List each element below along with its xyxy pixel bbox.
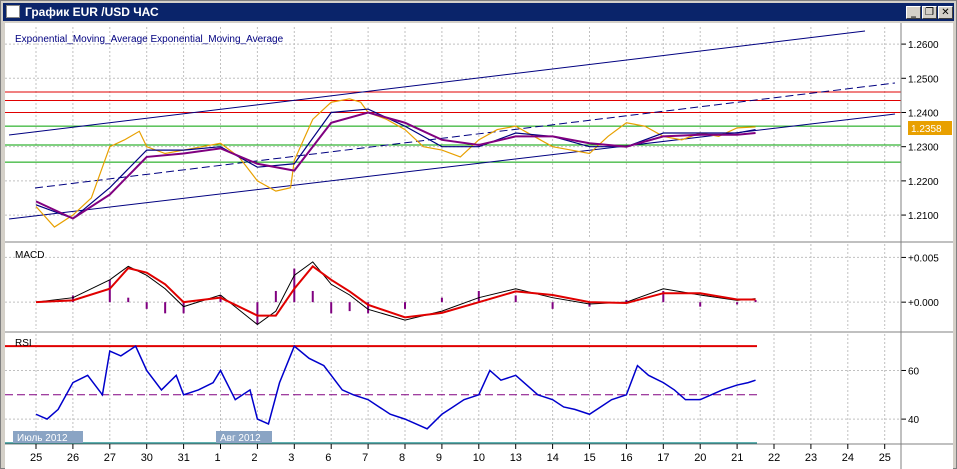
day-label: 7 — [362, 452, 368, 464]
chart-window: График EUR /USD ЧАС _ ❐ ✕ Exponential_Mo… — [0, 0, 957, 469]
day-label: 20 — [694, 452, 706, 464]
day-label: 25 — [879, 452, 891, 464]
macd-tick-label: +0.005 — [908, 253, 939, 264]
minimize-button[interactable]: _ — [906, 6, 921, 19]
day-label: 3 — [288, 452, 294, 464]
price-tick-label: 1.2100 — [908, 211, 939, 222]
indicator-label: Exponential_Moving_Average Exponential_M… — [15, 34, 284, 45]
macd-label: MACD — [15, 250, 44, 261]
price-tick-label: 1.2600 — [908, 40, 939, 51]
chart-area[interactable]: Exponential_Moving_Average Exponential_M… — [5, 23, 953, 469]
current-price-label: 1.2358 — [911, 124, 942, 135]
day-label: 2 — [251, 452, 257, 464]
day-label: 6 — [325, 452, 331, 464]
day-label: 24 — [842, 452, 854, 464]
day-label: 1 — [215, 452, 221, 464]
price-tick-label: 1.2300 — [908, 143, 939, 154]
day-label: 23 — [805, 452, 817, 464]
price-tick-label: 1.2500 — [908, 74, 939, 85]
price-tick-label: 1.2200 — [908, 177, 939, 188]
day-label: 17 — [657, 452, 669, 464]
rsi-tick-label: 60 — [908, 366, 920, 377]
day-label: 13 — [510, 452, 522, 464]
day-label: 14 — [547, 452, 559, 464]
day-label: 27 — [104, 452, 116, 464]
day-label: 10 — [473, 452, 485, 464]
title-bar[interactable]: График EUR /USD ЧАС _ ❐ ✕ — [3, 3, 954, 21]
day-label: 15 — [584, 452, 596, 464]
day-label: 22 — [768, 452, 780, 464]
price-tick-label: 1.2400 — [908, 108, 939, 119]
window-title: График EUR /USD ЧАС — [25, 5, 159, 19]
rsi-tick-label: 40 — [908, 415, 920, 426]
macd-tick-label: +0.000 — [908, 298, 939, 309]
rsi-label: RSI — [15, 338, 32, 349]
day-label: 8 — [399, 452, 405, 464]
day-label: 31 — [178, 452, 190, 464]
day-label: 25 — [30, 452, 42, 464]
chart-window-icon — [6, 5, 20, 18]
day-label: 16 — [620, 452, 632, 464]
month-label: Авг 2012 — [220, 433, 261, 444]
close-button[interactable]: ✕ — [938, 6, 953, 19]
month-label: Июль 2012 — [17, 433, 68, 444]
restore-button[interactable]: ❐ — [922, 6, 937, 19]
day-label: 26 — [67, 452, 79, 464]
day-label: 30 — [141, 452, 153, 464]
day-label: 21 — [731, 452, 743, 464]
day-label: 9 — [436, 452, 442, 464]
